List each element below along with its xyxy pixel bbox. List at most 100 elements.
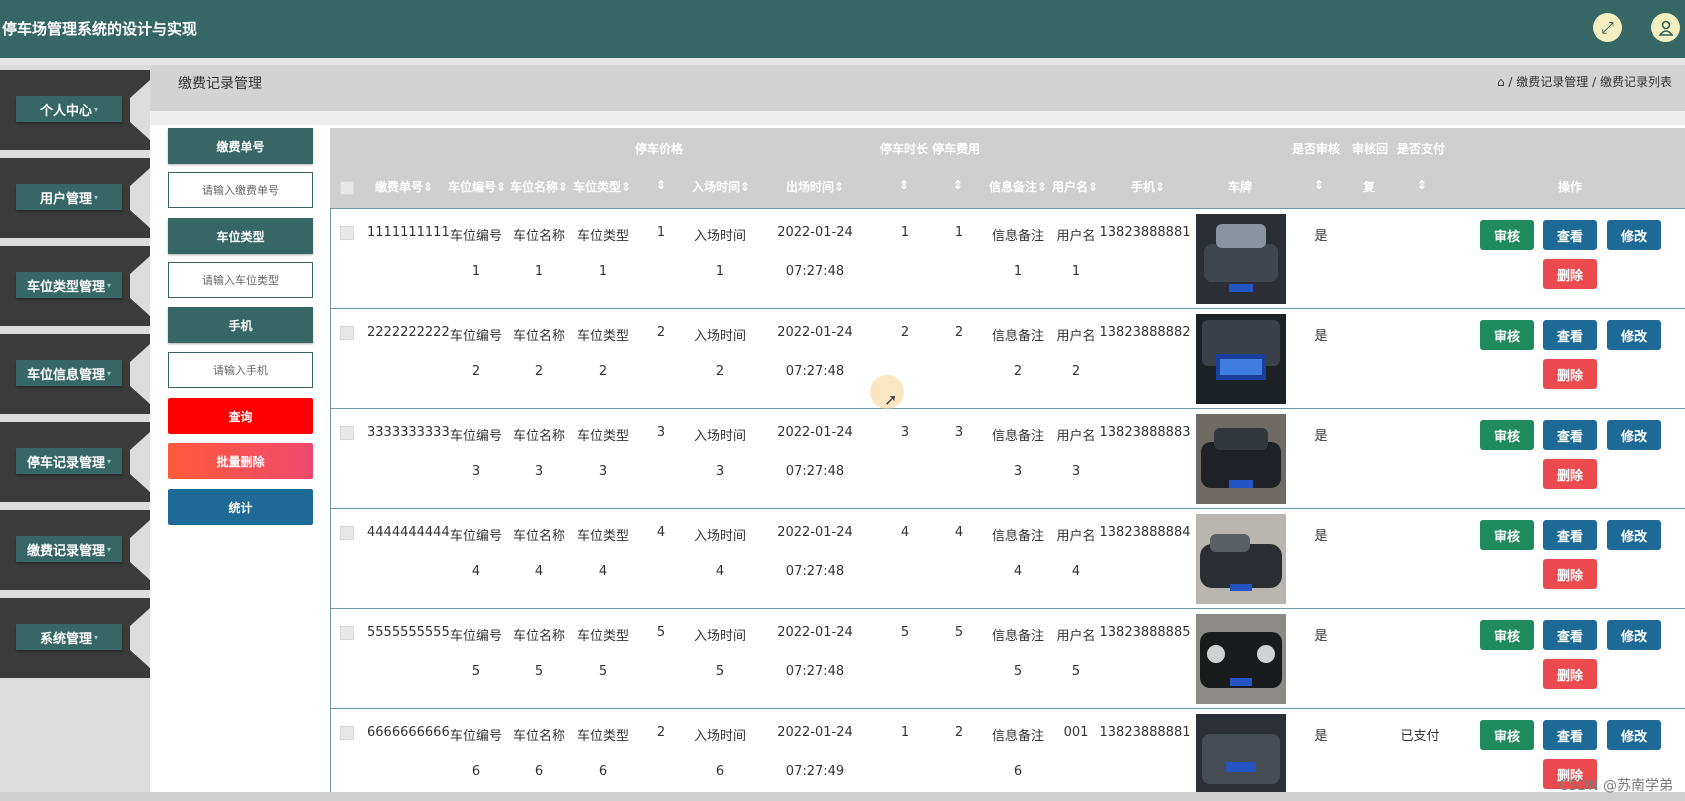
cell-slot-no: 车位编号 bbox=[449, 529, 503, 544]
delete-button[interactable]: 删除 bbox=[1543, 659, 1597, 689]
col-slot-type[interactable]: 车位类型⇕ bbox=[573, 178, 631, 195]
cell-in-time: 入场时间 bbox=[693, 729, 747, 744]
cell-in-time-value: 3 bbox=[715, 464, 725, 479]
sidebar-item-label[interactable]: 车位类型管理 ▾ bbox=[16, 272, 122, 298]
plate-image[interactable] bbox=[1196, 314, 1286, 404]
plate-image[interactable] bbox=[1196, 214, 1286, 304]
mouse-pointer-icon: ➚ bbox=[884, 390, 898, 409]
col-price[interactable]: ⇕ bbox=[656, 178, 666, 192]
sidebar-item-system-management[interactable]: 系统管理 ▾ bbox=[0, 598, 150, 678]
phone-input[interactable]: 请输入手机 bbox=[168, 352, 313, 388]
col-note[interactable]: 信息备注⇕ bbox=[989, 178, 1047, 195]
view-button[interactable]: 查看 bbox=[1543, 620, 1597, 650]
cell-slot-no: 车位编号 bbox=[449, 329, 503, 344]
col-phone[interactable]: 手机⇕ bbox=[1131, 178, 1165, 195]
fullscreen-icon[interactable]: ⤢ bbox=[1593, 13, 1622, 42]
row-checkbox[interactable] bbox=[340, 326, 354, 340]
delete-button[interactable]: 删除 bbox=[1543, 459, 1597, 489]
sidebar-item-label[interactable]: 车位信息管理 ▾ bbox=[16, 360, 122, 386]
cell-phone: 13823888881 bbox=[1099, 225, 1191, 240]
sidebar-item-user-management[interactable]: 用户管理 ▾ bbox=[0, 158, 150, 238]
plate-image[interactable] bbox=[1196, 414, 1286, 504]
approve-button[interactable]: 审核 bbox=[1480, 220, 1534, 250]
delete-button[interactable]: 删除 bbox=[1543, 359, 1597, 389]
cell-slot-no: 车位编号 bbox=[449, 429, 503, 444]
query-button[interactable]: 查询 bbox=[168, 398, 313, 434]
edit-button[interactable]: 修改 bbox=[1607, 420, 1661, 450]
home-icon[interactable]: ⌂ bbox=[1497, 75, 1505, 89]
col-out-time[interactable]: 出场时间⇕ bbox=[786, 178, 844, 195]
sidebar-item-label[interactable]: 系统管理 ▾ bbox=[16, 624, 122, 650]
approve-button[interactable]: 审核 bbox=[1480, 320, 1534, 350]
plate-image[interactable] bbox=[1196, 614, 1286, 704]
sidebar-item-label[interactable]: 用户管理 ▾ bbox=[16, 184, 122, 210]
cell-duration: 2 bbox=[900, 325, 910, 340]
stats-button[interactable]: 统计 bbox=[168, 489, 313, 525]
table-row: 5555555555 车位编号 5 车位名称 5 车位类型 5 5 入场时间 5… bbox=[330, 608, 1685, 709]
cell-slot-no-value: 5 bbox=[471, 664, 481, 679]
col-paid[interactable]: ⇕ bbox=[1417, 178, 1427, 192]
approve-button[interactable]: 审核 bbox=[1480, 420, 1534, 450]
sidebar-item-label[interactable]: 缴费记录管理 ▾ bbox=[16, 536, 122, 562]
row-checkbox[interactable] bbox=[340, 226, 354, 240]
sidebar-item-personal-center[interactable]: 个人中心 ▾ bbox=[0, 70, 150, 150]
delete-button[interactable]: 删除 bbox=[1543, 559, 1597, 589]
view-button[interactable]: 查看 bbox=[1543, 720, 1597, 750]
row-checkbox[interactable] bbox=[340, 626, 354, 640]
cell-username: 001 bbox=[1063, 725, 1089, 740]
cell-duration: 1 bbox=[900, 725, 910, 740]
cell-username: 用户名 bbox=[1056, 529, 1096, 544]
approve-button[interactable]: 审核 bbox=[1480, 620, 1534, 650]
row-checkbox[interactable] bbox=[340, 526, 354, 540]
cell-in-time: 入场时间 bbox=[693, 629, 747, 644]
col-slot-name[interactable]: 车位名称⇕ bbox=[510, 178, 568, 195]
sidebar-item-payment-records[interactable]: 缴费记录管理 ▾ bbox=[0, 510, 150, 590]
select-all-checkbox[interactable] bbox=[340, 181, 354, 195]
edit-button[interactable]: 修改 bbox=[1607, 620, 1661, 650]
order-no-label: 缴费单号 bbox=[168, 128, 313, 164]
approve-button[interactable]: 审核 bbox=[1480, 520, 1534, 550]
cell-note: 信息备注 bbox=[991, 429, 1045, 444]
col-duration[interactable]: ⇕ bbox=[899, 178, 909, 192]
col-audit[interactable]: ⇕ bbox=[1314, 178, 1324, 192]
col-fee[interactable]: ⇕ bbox=[953, 178, 963, 192]
row-checkbox[interactable] bbox=[340, 726, 354, 740]
cell-duration: 4 bbox=[900, 525, 910, 540]
row-checkbox[interactable] bbox=[340, 426, 354, 440]
edit-button[interactable]: 修改 bbox=[1607, 220, 1661, 250]
view-button[interactable]: 查看 bbox=[1543, 320, 1597, 350]
delete-button[interactable]: 删除 bbox=[1543, 259, 1597, 289]
view-button[interactable]: 查看 bbox=[1543, 420, 1597, 450]
edit-button[interactable]: 修改 bbox=[1607, 320, 1661, 350]
cell-in-time: 入场时间 bbox=[693, 429, 747, 444]
sidebar-item-slot-type-management[interactable]: 车位类型管理 ▾ bbox=[0, 246, 150, 326]
slot-type-input[interactable]: 请输入车位类型 bbox=[168, 262, 313, 298]
breadcrumb-item[interactable]: 缴费记录管理 bbox=[1516, 75, 1588, 89]
cell-slot-type: 车位类型 bbox=[576, 629, 630, 644]
col-username[interactable]: 用户名⇕ bbox=[1052, 178, 1098, 195]
sidebar-item-label[interactable]: 停车记录管理 ▾ bbox=[16, 448, 122, 474]
approve-button[interactable]: 审核 bbox=[1480, 720, 1534, 750]
cell-username: 用户名 bbox=[1056, 629, 1096, 644]
sidebar-item-label[interactable]: 个人中心 ▾ bbox=[16, 96, 122, 122]
batch-delete-button[interactable]: 批量删除 bbox=[168, 443, 313, 479]
edit-button[interactable]: 修改 bbox=[1607, 720, 1661, 750]
col-order-no[interactable]: 缴费单号⇕ bbox=[375, 178, 433, 195]
edit-button[interactable]: 修改 bbox=[1607, 520, 1661, 550]
plate-image[interactable] bbox=[1196, 714, 1286, 792]
cell-out-date: 2022-01-24 bbox=[777, 725, 853, 740]
order-no-input[interactable]: 请输入缴费单号 bbox=[168, 172, 313, 208]
view-button[interactable]: 查看 bbox=[1543, 520, 1597, 550]
cell-out-time: 07:27:48 bbox=[785, 464, 845, 479]
sidebar-item-parking-records[interactable]: 停车记录管理 ▾ bbox=[0, 422, 150, 502]
app-title: 停车场管理系统的设计与实现 bbox=[2, 20, 198, 38]
cell-note: 信息备注 bbox=[991, 629, 1045, 644]
plate-image[interactable] bbox=[1196, 514, 1286, 604]
sidebar-item-slot-info-management[interactable]: 车位信息管理 ▾ bbox=[0, 334, 150, 414]
col-in-time[interactable]: 入场时间⇕ bbox=[692, 178, 750, 195]
horizontal-scrollbar[interactable] bbox=[0, 792, 1685, 801]
view-button[interactable]: 查看 bbox=[1543, 220, 1597, 250]
col-slot-no[interactable]: 车位编号⇕ bbox=[448, 178, 506, 195]
user-icon[interactable] bbox=[1651, 13, 1680, 42]
cell-slot-no-value: 2 bbox=[471, 364, 481, 379]
